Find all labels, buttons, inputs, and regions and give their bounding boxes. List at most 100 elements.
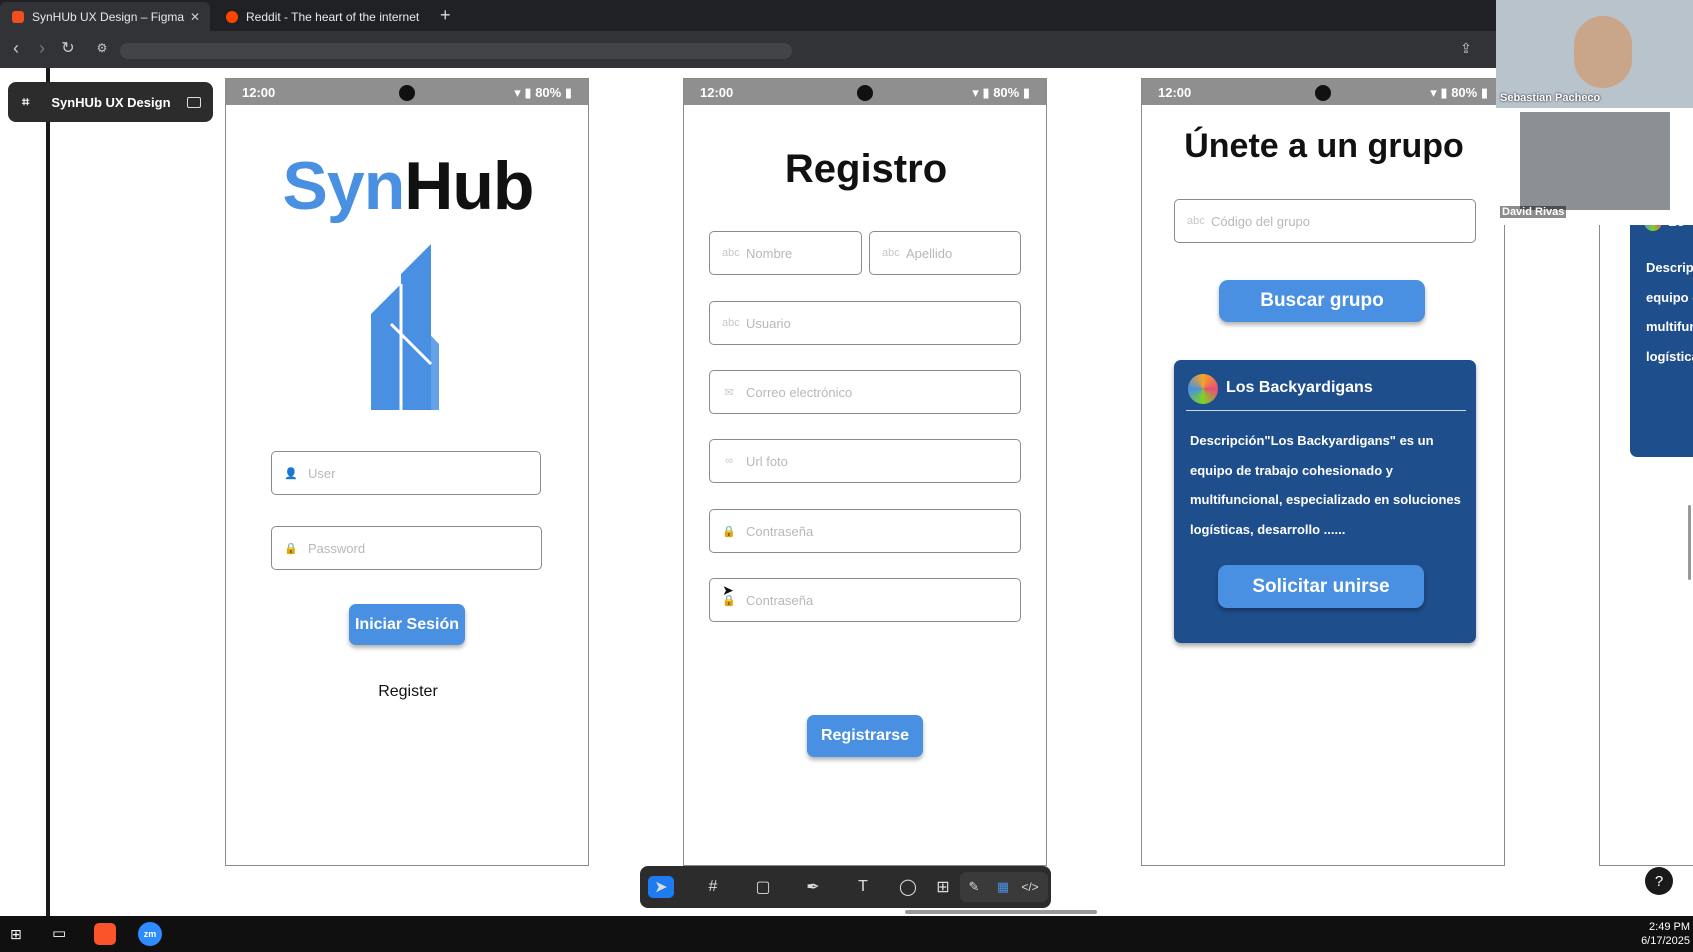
battery-level: 80% xyxy=(993,85,1020,100)
password-input[interactable]: 🔒 Contraseña xyxy=(709,509,1021,553)
vertical-scrollbar[interactable] xyxy=(1688,505,1691,580)
reload-icon[interactable]: ↻ xyxy=(58,38,78,58)
browser-tab-bar: SynHUb UX Design – Figma ✕ Reddit - The … xyxy=(0,0,1693,31)
share-icon[interactable]: ⇪ xyxy=(1456,40,1476,57)
brave-browser-icon[interactable] xyxy=(94,923,116,945)
group-code-input[interactable]: abc Código del grupo xyxy=(1174,199,1476,243)
search-group-button[interactable]: Buscar grupo xyxy=(1219,280,1425,322)
participant-tile: David Rivas xyxy=(1496,108,1693,225)
battery-level: 80% xyxy=(535,85,562,100)
horizontal-scrollbar[interactable] xyxy=(905,910,1097,914)
status-bar: 12:00 ▾ ▮ 80% ▮ xyxy=(684,79,1046,105)
participant-video xyxy=(1520,112,1670,210)
back-icon[interactable]: ‹ xyxy=(6,38,26,59)
description-line: equipo c xyxy=(1646,289,1693,305)
text-tool-icon[interactable]: T xyxy=(852,876,874,898)
figma-menu-icon[interactable]: ⌗ xyxy=(22,94,29,110)
tab-figma[interactable]: SynHUb UX Design – Figma ✕ xyxy=(0,2,210,31)
tab-reddit[interactable]: Reddit - The heart of the internet xyxy=(214,2,434,31)
description-line: logísticas, desarrollo ...... xyxy=(1190,521,1346,537)
first-name-input[interactable]: abc Nombre xyxy=(709,231,862,275)
confirm-password-placeholder: Contraseña xyxy=(746,592,814,608)
status-time: 12:00 xyxy=(700,85,734,100)
text-icon: abc xyxy=(722,317,740,329)
pen-tool-icon[interactable]: ✒ xyxy=(802,876,824,898)
camera-dot xyxy=(857,85,873,101)
figma-file-panel[interactable]: ⌗ SynHUb UX Design xyxy=(8,82,213,122)
participant-name: Sebastian Pacheco xyxy=(1500,92,1601,104)
canvas-edge xyxy=(46,68,50,916)
login-button[interactable]: Iniciar Sesión xyxy=(349,604,465,645)
register-frame[interactable]: 12:00 ▾ ▮ 80% ▮ Registro abc Nombre abc Ap… xyxy=(683,78,1047,866)
text-icon: abc xyxy=(722,247,740,259)
new-tab-button[interactable]: + xyxy=(440,5,451,26)
status-bar: 12:00 ▾ ▮ 80% ▮ xyxy=(1142,79,1504,105)
first-name-placeholder: Nombre xyxy=(746,245,793,261)
mouse-cursor-icon: ➤ xyxy=(722,582,734,598)
camera-dot xyxy=(399,85,415,101)
windows-start-icon[interactable]: ⊞ xyxy=(10,926,26,942)
draw-mode-icon[interactable]: ✎ xyxy=(963,876,985,898)
card-divider xyxy=(1186,410,1466,411)
tab-label: SynHUb UX Design – Figma xyxy=(32,9,185,24)
dev-mode-icon[interactable]: </> xyxy=(1019,876,1041,898)
user-input[interactable]: 👤 User xyxy=(271,451,541,495)
tab-label: Reddit - The heart of the internet xyxy=(246,9,420,24)
password-input[interactable]: 🔒 Password xyxy=(271,526,542,570)
task-view-icon[interactable]: ▭ xyxy=(52,924,66,942)
username-input[interactable]: abc Usuario xyxy=(709,301,1021,345)
logo-hub: Hub xyxy=(404,148,534,224)
camera-dot xyxy=(1315,85,1331,101)
participant-video xyxy=(1574,16,1632,88)
help-button[interactable]: ? xyxy=(1645,867,1673,895)
system-clock[interactable]: 2:49 PM 6/17/2025 xyxy=(1610,920,1690,948)
mail-icon: ✉ xyxy=(724,386,734,399)
design-mode-icon[interactable]: ▦ xyxy=(992,876,1014,898)
comment-tool-icon[interactable]: ◯ xyxy=(897,876,919,898)
status-time: 12:00 xyxy=(242,85,276,100)
zoom-icon[interactable]: zm xyxy=(138,922,162,946)
user-placeholder: User xyxy=(308,465,336,481)
last-name-input[interactable]: abc Apellido xyxy=(869,231,1021,275)
email-input[interactable]: ✉ Correo electrónico xyxy=(709,370,1021,414)
user-icon: 👤 xyxy=(284,467,298,480)
shape-tool-icon[interactable]: ▢ xyxy=(752,876,774,898)
battery-status: ▾ ▮ 80% ▮ xyxy=(972,85,1030,100)
site-settings-icon[interactable]: ⚙ xyxy=(92,41,112,55)
password-placeholder: Contraseña xyxy=(746,523,814,539)
email-placeholder: Correo electrónico xyxy=(746,384,853,400)
confirm-password-input[interactable]: 🔒 Contraseña xyxy=(709,578,1021,622)
partial-group-card: Lo Descrip equipo c multifun logística xyxy=(1630,207,1693,457)
forward-icon[interactable]: › xyxy=(32,38,52,59)
status-bar: 12:00 ▾ ▮ 80% ▮ xyxy=(226,79,588,105)
description-line: Descrip xyxy=(1646,260,1693,275)
description-line: Descripción"Los Backyardigans" es un xyxy=(1190,433,1434,448)
lock-icon: 🔒 xyxy=(722,525,736,538)
frame-tool-icon[interactable]: # xyxy=(702,876,724,898)
partial-description: Descrip equipo c multifun logística xyxy=(1646,253,1693,371)
description-line: multifuncional, especializado en solucio… xyxy=(1190,492,1461,507)
url-field[interactable] xyxy=(120,43,792,59)
register-title: Registro xyxy=(784,147,948,191)
photo-url-input[interactable]: ∞ Url foto xyxy=(709,439,1021,483)
group-card[interactable]: Los Backyardigans Descripción"Los Backya… xyxy=(1174,360,1476,643)
sidebar-toggle-icon[interactable] xyxy=(186,96,201,108)
reddit-icon xyxy=(226,10,238,23)
windows-taskbar: ⊞ ▭ zm 2:49 PM 6/17/2025 xyxy=(0,916,1693,952)
move-tool-icon[interactable]: ➤ xyxy=(648,876,674,898)
clock-date: 6/17/2025 xyxy=(1641,935,1690,947)
join-group-frame[interactable]: 12:00 ▾ ▮ 80% ▮ Únete a un grupo abc Códi… xyxy=(1141,78,1505,866)
description-line: equipo de trabajo cohesionado y xyxy=(1190,462,1393,478)
register-link[interactable]: Register xyxy=(226,683,588,701)
battery-status: ▾ ▮ 80% ▮ xyxy=(1430,85,1488,100)
join-group-button[interactable]: Solicitar unirse xyxy=(1218,565,1424,608)
close-icon[interactable]: ✕ xyxy=(190,10,200,24)
resources-tool-icon[interactable]: ⊞ xyxy=(932,876,954,898)
participant-tile: Sebastian Pacheco xyxy=(1496,0,1693,108)
login-frame[interactable]: 12:00 ▾ ▮ 80% ▮ SynHub 👤 User 🔒 Password I… xyxy=(225,78,589,866)
group-name: Los Backyardigans xyxy=(1226,379,1373,396)
video-call-panel: Sebastian Pacheco David Rivas xyxy=(1496,0,1693,225)
join-group-title: Únete a un grupo xyxy=(1184,127,1464,165)
password-placeholder: Password xyxy=(308,540,366,556)
register-button[interactable]: Registrarse xyxy=(807,715,923,757)
